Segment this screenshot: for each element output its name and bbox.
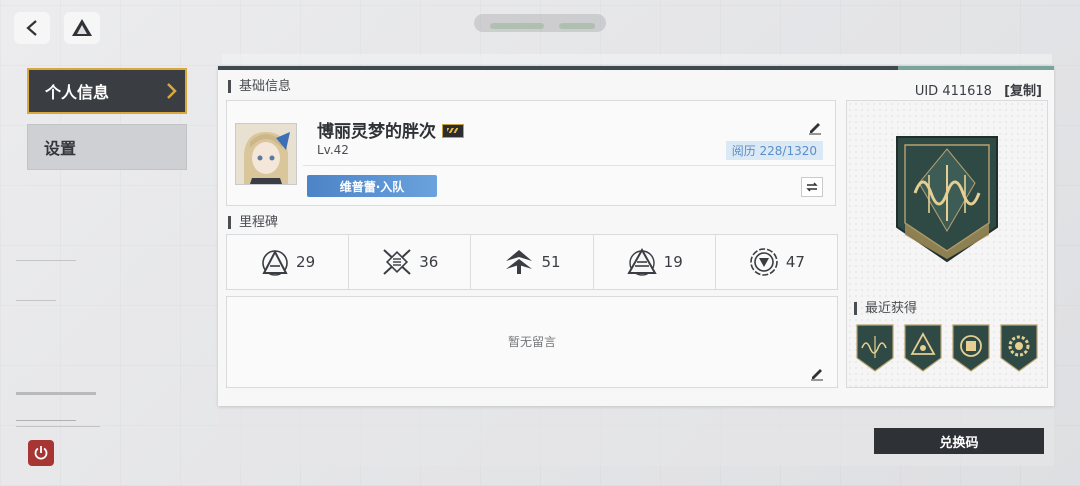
redeem-code-button[interactable]: 兑换码 <box>874 428 1044 454</box>
message-empty-text: 暂无留言 <box>507 335 556 349</box>
experience-display: 阅历 228/1320 <box>725 141 823 160</box>
decor-line <box>16 426 100 427</box>
redeem-code-label: 兑换码 <box>939 435 979 451</box>
chevron-left-icon <box>26 20 37 36</box>
pyramid-icon <box>626 247 657 276</box>
triangle-logo-icon <box>72 19 92 36</box>
team-tag-label: 维普蕾·入队 <box>339 179 405 194</box>
arrow-chevron-icon <box>506 250 533 274</box>
team-tag[interactable]: 维普蕾·入队 <box>307 175 437 197</box>
message-box[interactable]: 暂无留言 <box>226 296 838 388</box>
milestone-value: 29 <box>296 253 316 271</box>
decor-line <box>16 392 96 395</box>
recent-title: 最近获得 <box>854 302 917 315</box>
divider <box>303 165 835 166</box>
avatar[interactable] <box>235 123 297 185</box>
profile-card: 博丽灵梦的胖次 Lv.42 阅历 228/1320 维普蕾·入队 <box>226 100 836 206</box>
copy-uid-button[interactable]: [复制] <box>1004 84 1042 99</box>
swap-icon <box>806 182 818 192</box>
edit-name-icon[interactable] <box>807 119 823 135</box>
nav-item-settings[interactable]: 设置 <box>27 124 187 170</box>
nav-item-label: 个人信息 <box>45 83 110 102</box>
player-name: 博丽灵梦的胖次 <box>317 117 464 142</box>
decor-signature <box>16 410 76 421</box>
gear-badge-icon[interactable] <box>1000 324 1038 372</box>
uid-label: UID <box>914 84 939 99</box>
chevron-right-icon <box>167 83 177 99</box>
milestone-item[interactable]: 47 <box>716 235 837 289</box>
circle-target-icon <box>750 248 778 276</box>
status-segment <box>559 23 596 29</box>
triangle-badge-icon[interactable] <box>904 324 942 372</box>
power-button[interactable] <box>28 440 54 466</box>
milestones-title: 里程碑 <box>228 216 278 229</box>
avatar-portrait <box>236 124 296 184</box>
power-icon <box>34 446 48 460</box>
status-segment <box>490 23 544 29</box>
edit-message-icon[interactable] <box>809 365 825 381</box>
panel-shadow <box>222 54 1052 64</box>
milestone-item[interactable]: 51 <box>471 235 594 289</box>
rank-badge-icon <box>442 124 464 138</box>
milestone-value: 51 <box>541 253 561 271</box>
basic-info-title: 基础信息 <box>228 80 291 93</box>
milestone-item[interactable]: 36 <box>349 235 472 289</box>
uid-value: 411618 <box>942 84 992 99</box>
player-level: Lv.42 <box>317 143 349 157</box>
home-button[interactable] <box>64 12 100 44</box>
milestone-value: 36 <box>419 253 439 271</box>
player-name-text: 博丽灵梦的胖次 <box>317 122 436 142</box>
milestone-value: 47 <box>785 253 805 271</box>
back-button[interactable] <box>14 12 50 44</box>
wave-badge-icon[interactable] <box>856 324 894 372</box>
uid-display: UID 411618 [复制] <box>915 80 1042 99</box>
triangle-a-icon <box>262 249 288 276</box>
panel-topline-accent <box>898 66 1054 70</box>
status-pill <box>474 14 606 32</box>
cross-list-icon <box>383 249 411 275</box>
milestone-value: 19 <box>663 253 683 271</box>
nav-item-label: 设置 <box>44 139 77 158</box>
milestone-item[interactable]: 29 <box>227 235 350 289</box>
decor-line <box>16 260 76 261</box>
milestones-row: 29 36 51 19 47 <box>226 234 838 290</box>
circle-badge-icon[interactable] <box>952 324 990 372</box>
nav-item-profile[interactable]: 个人信息 <box>27 68 187 114</box>
profile-panel: 基础信息 UID 411618 [复制] 博丽灵梦的胖次 Lv.42 阅历 22… <box>218 66 1054 406</box>
milestone-item[interactable]: 19 <box>594 235 716 289</box>
featured-badge-icon[interactable] <box>895 135 999 263</box>
swap-button[interactable] <box>801 177 823 197</box>
decor-line <box>16 300 56 301</box>
